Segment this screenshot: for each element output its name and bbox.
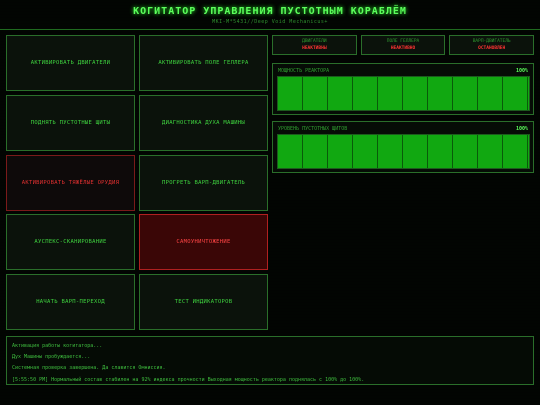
status-label: ВАРП-ДВИГАТЕЛЬ: [472, 39, 511, 44]
status-value: НЕАКТИВНО: [390, 46, 416, 51]
activate-engines-button[interactable]: АКТИВИРОВАТЬ ДВИГАТЕЛИ: [6, 35, 135, 91]
self-destruct-button[interactable]: САМОУНИЧТОЖЕНИЕ: [139, 214, 268, 271]
log-line: Системная проверка завершена. Да славитс…: [12, 365, 166, 372]
meter-percent: 100%: [515, 126, 528, 132]
log-line: Дух Машины пробуждается...: [12, 354, 91, 361]
warm-up-warp-drive-button[interactable]: ПРОГРЕТЬ ВАРП-ДВИГАТЕЛЬ: [139, 154, 268, 211]
geller-field-status: ПОЛЕ ГЕЛЛЕРА НЕАКТИВНО: [360, 35, 446, 55]
void-shield-meter: УРОВЕНЬ ПУСТОТНЫХ ЩИТОВ 100%: [272, 121, 534, 173]
meter-track: [277, 134, 530, 169]
reactor-power-meter: МОЩНОСТЬ РЕАКТОРА 100%: [272, 63, 534, 115]
page-subtitle: MKI-M*5431//Deep Void Mechanicus+: [212, 19, 328, 25]
activate-geller-field-button[interactable]: АКТИВИРОВАТЬ ПОЛЕ ГЕЛЛЕРА: [139, 35, 268, 91]
command-button-grid: АКТИВИРОВАТЬ ДВИГАТЕЛИ АКТИВИРОВАТЬ ПОЛЕ…: [6, 35, 268, 330]
auspex-scan-button[interactable]: АУСПЕКС-СКАНИРОВАНИЕ: [6, 214, 135, 271]
meter-label: УРОВЕНЬ ПУСТОТНЫХ ЩИТОВ: [278, 126, 348, 132]
status-label: ПОЛЕ ГЕЛЛЕРА: [386, 39, 420, 44]
machine-spirit-diagnostics-button[interactable]: ДИАГНОСТИКА ДУХА МАШИНЫ: [139, 94, 268, 151]
engines-status: ДВИГАТЕЛИ НЕАКТИВНЫ: [272, 35, 357, 55]
meter-label: МОЩНОСТЬ РЕАКТОРА: [278, 68, 330, 74]
page-title: КОГИТАТОР УПРАВЛЕНИЯ ПУСТОТНЫМ КОРАБЛЁМ: [133, 6, 407, 17]
warp-drive-status: ВАРП-ДВИГАТЕЛЬ ОСТАНОВЛЕН: [449, 35, 535, 55]
event-log: Активация работы когитатора... Дух Машин…: [6, 336, 534, 385]
meter-track: [277, 76, 530, 111]
reactor-power-fill: [278, 77, 529, 110]
status-value: ОСТАНОВЛЕН: [478, 46, 506, 51]
status-label: ДВИГАТЕЛИ: [302, 39, 327, 44]
activate-heavy-weapons-button[interactable]: АКТИВИРОВАТЬ ТЯЖЁЛЫЕ ОРУДИЯ: [6, 154, 135, 211]
log-line: [5:55:50 PM] Нормальный состав стабилен …: [12, 376, 365, 383]
raise-void-shields-button[interactable]: ПОДНЯТЬ ПУСТОТНЫЕ ЩИТЫ: [6, 94, 135, 151]
indicator-test-button[interactable]: ТЕСТ ИНДИКАТОРОВ: [139, 274, 268, 330]
meter-percent: 100%: [515, 68, 528, 74]
log-line: Активация работы когитатора...: [12, 343, 103, 349]
void-shield-fill: [278, 135, 529, 168]
status-value: НЕАКТИВНЫ: [302, 46, 327, 51]
app-header: КОГИТАТОР УПРАВЛЕНИЯ ПУСТОТНЫМ КОРАБЛЁМ …: [0, 0, 540, 30]
status-panel: ДВИГАТЕЛИ НЕАКТИВНЫ ПОЛЕ ГЕЛЛЕРА НЕАКТИВ…: [272, 35, 535, 55]
start-warp-jump-button[interactable]: НАЧАТЬ ВАРП-ПЕРЕХОД: [6, 274, 135, 330]
